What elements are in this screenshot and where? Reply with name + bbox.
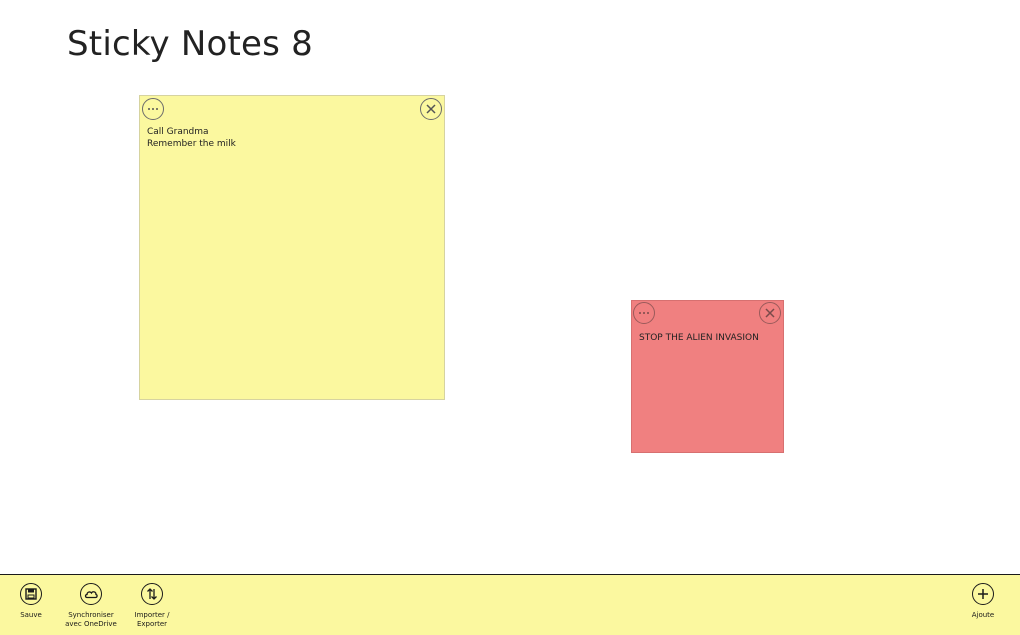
close-icon [426, 104, 436, 114]
import-export-icon [141, 583, 163, 605]
note-close-button[interactable] [759, 302, 781, 324]
close-icon [765, 308, 775, 318]
save-label: Sauve [20, 611, 42, 619]
cloud-icon [80, 583, 102, 605]
note-close-button[interactable] [420, 98, 442, 120]
sticky-note-yellow[interactable]: Call Grandma Remember the milk [139, 95, 445, 400]
add-label: Ajoute [971, 611, 995, 619]
sync-onedrive-button[interactable]: Synchroniser avec OneDrive [59, 583, 123, 629]
app-title: Sticky Notes 8 [67, 24, 313, 64]
import-export-label: Importer / Exporter [134, 611, 170, 628]
more-icon [638, 311, 650, 315]
import-export-button[interactable]: Importer / Exporter [120, 583, 184, 629]
save-button[interactable]: Sauve [0, 583, 63, 620]
app-bar: Sauve Synchroniser avec OneDrive Importe… [0, 574, 1020, 635]
more-icon [147, 107, 159, 111]
note-menu-button[interactable] [142, 98, 164, 120]
save-icon [20, 583, 42, 605]
sticky-note-red[interactable]: STOP THE ALIEN INVASION [631, 300, 784, 453]
sync-label: Synchroniser avec OneDrive [65, 611, 117, 628]
add-note-button[interactable]: Ajoute [951, 583, 1015, 620]
add-icon [972, 583, 994, 605]
note-menu-button[interactable] [633, 302, 655, 324]
note-text[interactable]: Call Grandma Remember the milk [147, 126, 436, 150]
note-text[interactable]: STOP THE ALIEN INVASION [639, 332, 775, 344]
